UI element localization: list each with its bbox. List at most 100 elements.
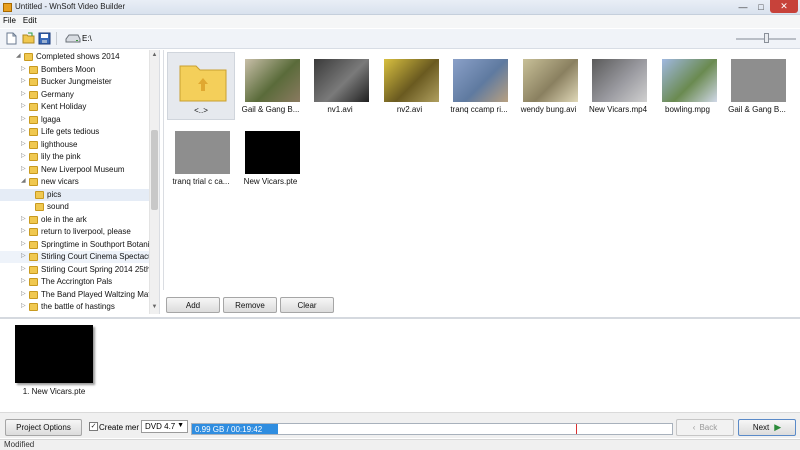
collapsed-arrow-icon[interactable]: ▷ (21, 127, 27, 137)
parent-folder-tile[interactable]: <..> (167, 52, 235, 120)
collapsed-arrow-icon[interactable]: ▷ (21, 290, 27, 300)
next-button[interactable]: Next ▶ (738, 419, 796, 436)
collapsed-arrow-icon[interactable]: ▷ (21, 90, 27, 100)
tree-item-label: ole in the ark (41, 214, 87, 224)
tree-item[interactable]: ▷ Germany (0, 89, 149, 101)
folder-icon (29, 153, 38, 161)
tree-item[interactable]: ▷ Bucker Jungmeister (0, 76, 149, 88)
close-button[interactable]: ✕ (770, 0, 798, 13)
tree-item-label: Kent Holiday (41, 102, 87, 111)
collapsed-arrow-icon[interactable]: ▷ (21, 252, 27, 262)
file-tile[interactable]: wendy bung.avi (515, 52, 583, 120)
collapsed-arrow-icon[interactable]: ▷ (21, 277, 27, 287)
scroll-down-icon[interactable]: ▼ (150, 303, 159, 312)
tree-item[interactable]: ▷ The Accrington Pals (0, 276, 149, 288)
save-icon[interactable] (38, 32, 51, 45)
tree-item[interactable]: ▷ ole in the ark (0, 214, 149, 226)
tree-item[interactable]: ▷ the battle of hastings (0, 301, 149, 313)
tree-item[interactable]: ▷ Springtime in Southport Botanic (0, 239, 149, 251)
file-tile[interactable]: Gail & Gang B... (237, 52, 305, 120)
zoom-slider-thumb[interactable] (764, 33, 769, 43)
tree-item[interactable]: ◢ new vicars (0, 176, 149, 188)
maximize-button[interactable]: □ (752, 0, 770, 13)
folder-icon (29, 228, 38, 236)
folder-icon (29, 103, 38, 111)
file-tile[interactable]: New Vicars.mp4 (584, 52, 652, 120)
drive-icon[interactable] (65, 32, 81, 45)
menu-file[interactable]: File (0, 15, 20, 28)
status-bar: Modified (0, 439, 800, 450)
minimize-button[interactable]: — (734, 0, 752, 13)
remove-button[interactable]: Remove (223, 297, 277, 313)
status-text: Modified (4, 440, 35, 449)
disc-type-select[interactable]: DVD 4.7 ▼ (141, 420, 188, 433)
collapsed-arrow-icon[interactable]: ▷ (21, 265, 27, 275)
create-menu-checkbox[interactable]: ✓ (89, 422, 98, 431)
folder-icon (35, 190, 44, 199)
scroll-up-icon[interactable]: ▲ (150, 51, 159, 60)
collapsed-arrow-icon[interactable]: ▷ (21, 77, 27, 87)
tree-item[interactable]: ▷ lily the pink (0, 151, 149, 163)
collapsed-arrow-icon[interactable]: ▷ (21, 215, 27, 225)
collapsed-arrow-icon[interactable]: ▷ (21, 102, 27, 112)
tree-item[interactable]: ▷ Bombers Moon (0, 64, 149, 76)
tree-item[interactable]: pics (0, 188, 149, 201)
file-tile[interactable]: Gail & Gang B... (723, 52, 791, 120)
tree-item-label: Life gets tedious (41, 127, 100, 136)
tree-item[interactable]: ▷ return to liverpool, please (0, 226, 149, 238)
tree-item-label: sound (47, 202, 69, 211)
tree-item[interactable]: ▷ Kent Holiday (0, 101, 149, 113)
collapsed-arrow-icon[interactable]: ▷ (21, 140, 27, 150)
tree-item[interactable]: sound (0, 201, 149, 213)
collapsed-arrow-icon[interactable]: ▷ (21, 115, 27, 125)
menu-edit[interactable]: Edit (20, 15, 41, 28)
tree-scrollbar[interactable]: ▲ ▼ (149, 50, 159, 314)
tree-item-label: Springtime in Southport Botanic (41, 239, 149, 249)
folder-icon (29, 265, 38, 274)
folder-tree: ◢ Completed shows 2014 ▷ Bombers Moon ▷ Bucke… (0, 50, 160, 314)
project-options-button[interactable]: Project Options (5, 419, 82, 436)
tree-item[interactable]: ▷ lgaga (0, 114, 149, 126)
expanded-arrow-icon[interactable]: ◢ (21, 177, 27, 187)
file-tile[interactable]: tranq trial c ca... (167, 124, 235, 192)
file-label: bowling.mpg (665, 105, 710, 114)
project-item-thumbnail[interactable] (15, 325, 93, 383)
placeholder-thumbnail (731, 59, 786, 102)
tree-scrollbar-thumb[interactable] (151, 130, 158, 210)
folder-icon (29, 115, 38, 124)
app-icon (3, 3, 12, 12)
add-button[interactable]: Add (166, 297, 220, 313)
collapsed-arrow-icon[interactable]: ▷ (21, 165, 27, 175)
folder-icon (29, 78, 38, 86)
file-tile[interactable]: tranq ccamp ri... (445, 52, 513, 120)
collapsed-arrow-icon[interactable]: ▷ (21, 227, 27, 237)
file-tile[interactable]: bowling.mpg (654, 52, 722, 120)
back-button[interactable]: ‹ Back (676, 419, 734, 436)
clear-button[interactable]: Clear (280, 297, 334, 313)
open-folder-icon[interactable] (22, 32, 35, 45)
tree-item[interactable]: ▷ lighthouse (0, 139, 149, 151)
file-tile[interactable]: nv2.avi (376, 52, 444, 120)
tree-item[interactable]: ▷ Stirling Court Spring 2014 25th n (0, 264, 149, 276)
collapsed-arrow-icon[interactable]: ▷ (21, 152, 27, 162)
expanded-arrow-icon[interactable]: ◢ (16, 52, 22, 62)
disc-usage-bar: 0.99 GB / 00:19:42 (191, 423, 673, 435)
collapsed-arrow-icon[interactable]: ▷ (21, 240, 27, 250)
video-thumbnail (383, 59, 439, 102)
file-tile[interactable]: nv1.avi (306, 52, 374, 120)
collapsed-arrow-icon[interactable]: ▷ (21, 302, 27, 312)
tree-item[interactable]: ◢ Completed shows 2014 (0, 51, 149, 63)
tree-item[interactable]: ▷ Life gets tedious (0, 126, 149, 138)
file-label: Gail & Gang B... (241, 105, 300, 114)
folder-icon (29, 240, 38, 249)
file-tile[interactable]: New Vicars.pte (237, 124, 305, 192)
tree-item[interactable]: ▷ Stirling Court Cinema Spectacular (0, 251, 149, 263)
collapsed-arrow-icon[interactable]: ▷ (21, 65, 27, 75)
folder-icon (29, 165, 38, 174)
tree-item[interactable]: ▷ The Band Played Waltzing Matilda (0, 289, 149, 301)
tree-item-label: New Liverpool Museum (41, 164, 125, 174)
placeholder-thumbnail (175, 131, 230, 174)
video-thumbnail (453, 59, 508, 102)
tree-item[interactable]: ▷ New Liverpool Museum (0, 164, 149, 176)
new-file-icon[interactable] (5, 32, 18, 45)
